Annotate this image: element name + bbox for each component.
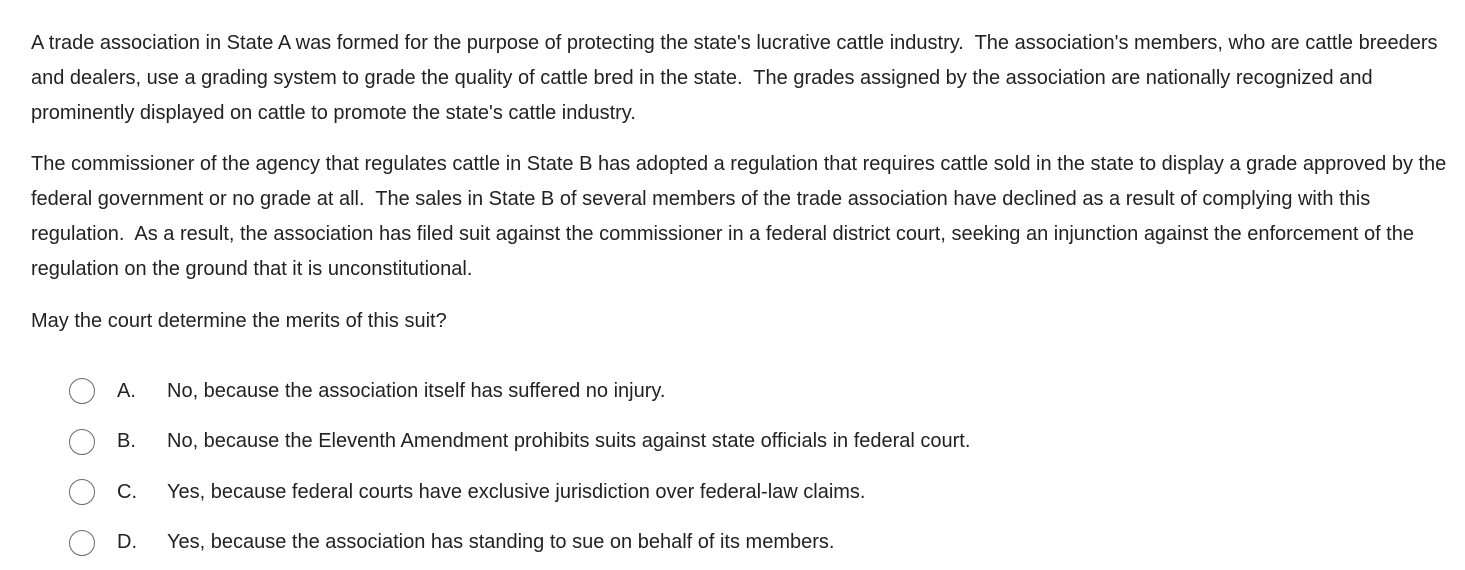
option-letter-b: B. [117, 430, 136, 453]
answer-option-d[interactable]: D. Yes, because the association has stan… [69, 518, 1449, 569]
option-text-c: Yes, because federal courts have exclusi… [167, 480, 866, 503]
answer-option-b[interactable]: B. No, because the Eleventh Amendment pr… [69, 417, 1449, 468]
radio-button-d[interactable] [69, 529, 95, 556]
question-paragraph-2: The commissioner of the agency that regu… [31, 153, 1452, 280]
answer-options: A. No, because the association itself ha… [69, 366, 1449, 568]
question-stem: A trade association in State A was forme… [31, 26, 1461, 339]
option-text-b: No, because the Eleventh Amendment prohi… [167, 430, 971, 453]
option-letter-d: D. [117, 531, 137, 554]
radio-button-c[interactable] [69, 479, 95, 506]
radio-button-b[interactable] [69, 428, 95, 455]
option-text-d: Yes, because the association has standin… [167, 531, 835, 554]
radio-button-a[interactable] [69, 378, 95, 405]
option-text-a: No, because the association itself has s… [167, 379, 666, 402]
question-paragraph-1: A trade association in State A was forme… [31, 32, 1444, 124]
question-prompt: May the court determine the merits of th… [31, 310, 447, 332]
answer-option-a[interactable]: A. No, because the association itself ha… [69, 366, 1449, 417]
option-letter-c: C. [117, 480, 137, 503]
option-letter-a: A. [117, 379, 136, 402]
answer-option-c[interactable]: C. Yes, because federal courts have excl… [69, 467, 1449, 518]
